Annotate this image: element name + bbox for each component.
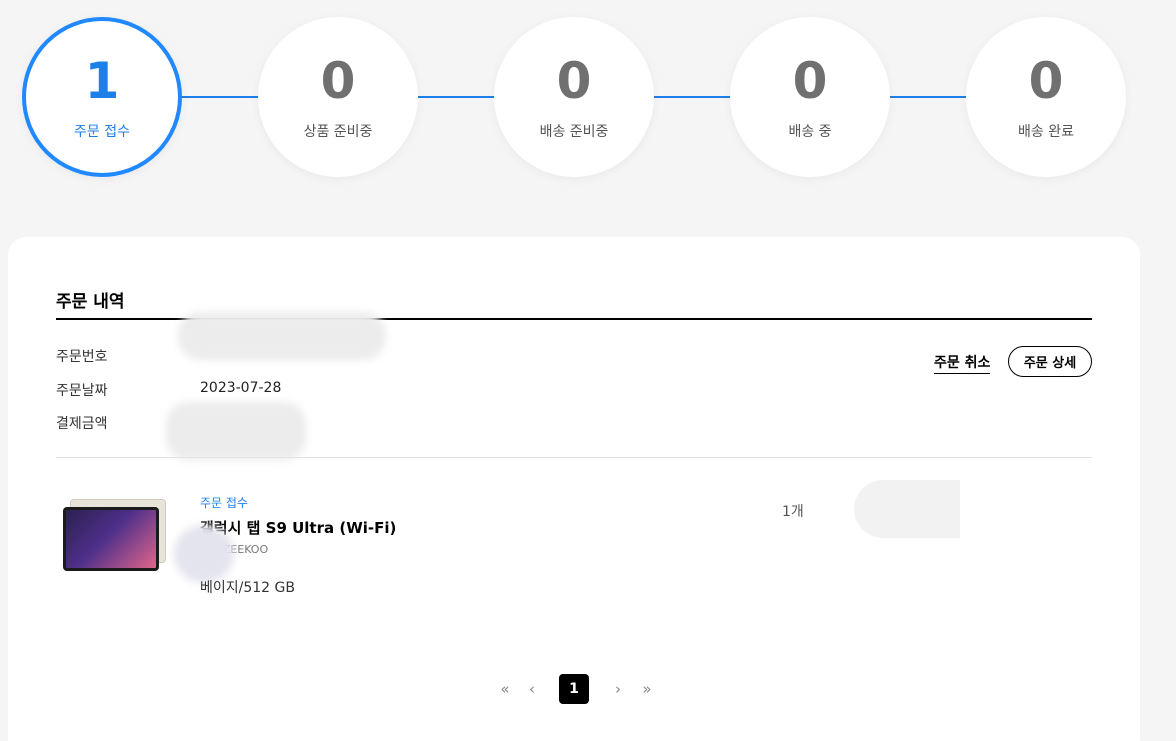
step-label: 배송 준비중 xyxy=(539,124,609,140)
last-page-button[interactable]: » xyxy=(637,674,657,704)
order-date-value: 2023-07-28 xyxy=(200,380,282,396)
step-shipping[interactable]: 0 배송 중 xyxy=(730,17,890,177)
payment-amount-label: 결제금액 xyxy=(56,416,108,432)
step-count: 0 xyxy=(556,52,592,110)
tablet-screen xyxy=(63,507,159,571)
step-label: 주문 접수 xyxy=(74,124,130,140)
next-page-button[interactable]: › xyxy=(611,674,625,704)
step-count: 0 xyxy=(320,52,356,110)
redacted-order-number xyxy=(178,312,386,360)
step-count: 0 xyxy=(792,52,828,110)
redacted-product-info xyxy=(174,525,234,583)
step-count: 0 xyxy=(1028,52,1064,110)
product-option: 베이지/512 GB xyxy=(200,580,295,596)
order-history-card: 주문 내역 주문번호 주문날짜 2023-07-28 결제금액 주문 취소 주문… xyxy=(8,237,1140,741)
order-date-label: 주문날짜 xyxy=(56,383,108,399)
step-preparing-shipment[interactable]: 0 배송 준비중 xyxy=(494,17,654,177)
step-preparing-product[interactable]: 0 상품 준비중 xyxy=(258,17,418,177)
step-delivered[interactable]: 0 배송 완료 xyxy=(966,17,1126,177)
current-page-button[interactable]: 1 xyxy=(559,674,589,704)
step-label: 배송 중 xyxy=(788,124,832,140)
redacted-item-price xyxy=(854,480,960,538)
order-number-label: 주문번호 xyxy=(56,349,108,365)
step-label: 상품 준비중 xyxy=(303,124,373,140)
cancel-order-link[interactable]: 주문 취소 xyxy=(934,352,991,374)
product-name[interactable]: 갤럭시 탭 S9 Ultra (Wi-Fi) xyxy=(200,517,396,538)
item-quantity: 1개 xyxy=(782,504,804,520)
section-title: 주문 내역 xyxy=(56,292,125,312)
step-count: 1 xyxy=(84,52,120,110)
order-detail-button[interactable]: 주문 상세 xyxy=(1008,346,1092,377)
product-image[interactable] xyxy=(60,495,172,575)
prev-page-button[interactable]: ‹ xyxy=(525,674,539,704)
step-label: 배송 완료 xyxy=(1018,124,1074,140)
order-status-tracker: 1 주문 접수 0 상품 준비중 0 배송 준비중 0 배송 중 0 배송 완료 xyxy=(0,0,1176,200)
first-page-button[interactable]: « xyxy=(495,674,515,704)
row-divider xyxy=(56,457,1092,458)
step-order-received[interactable]: 1 주문 접수 xyxy=(22,17,182,177)
item-status: 주문 접수 xyxy=(200,496,248,510)
redacted-payment-amount xyxy=(166,402,306,460)
